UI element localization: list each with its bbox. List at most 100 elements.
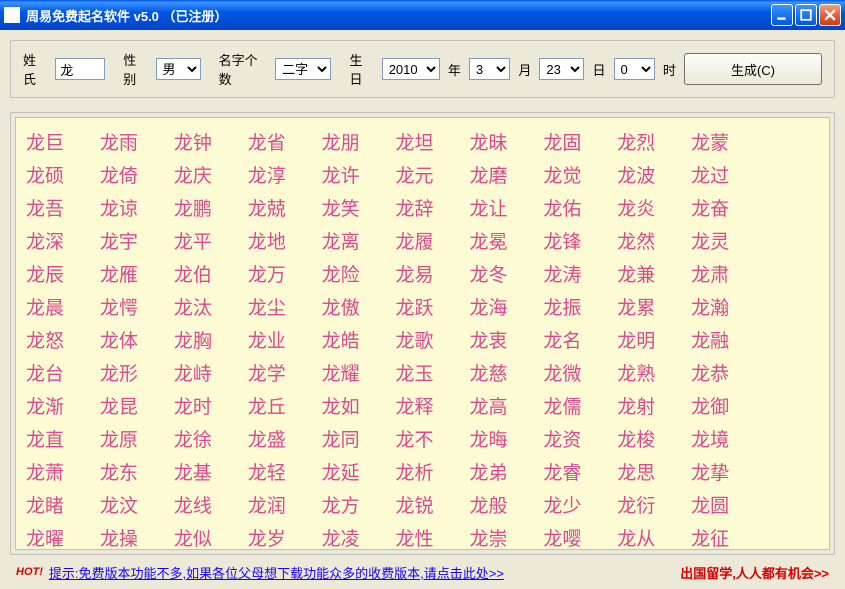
name-cell[interactable]: 龙儒 — [543, 392, 603, 419]
name-cell[interactable]: 龙御 — [691, 392, 751, 419]
name-cell[interactable]: 龙轻 — [248, 458, 308, 485]
name-cell[interactable]: 龙析 — [396, 458, 456, 485]
name-cell[interactable]: 龙觉 — [543, 161, 603, 188]
name-cell[interactable]: 龙昧 — [469, 128, 529, 155]
name-cell[interactable] — [765, 392, 825, 419]
name-cell[interactable]: 龙时 — [174, 392, 234, 419]
name-cell[interactable]: 龙淳 — [248, 161, 308, 188]
name-cell[interactable]: 龙性 — [396, 524, 456, 550]
name-cell[interactable]: 龙过 — [691, 161, 751, 188]
name-cell[interactable]: 龙磨 — [469, 161, 529, 188]
name-cell[interactable]: 龙如 — [322, 392, 382, 419]
name-cell[interactable]: 龙东 — [100, 458, 160, 485]
name-cell[interactable]: 龙境 — [691, 425, 751, 452]
maximize-button[interactable] — [795, 4, 817, 26]
name-cell[interactable]: 龙萧 — [26, 458, 86, 485]
name-cell[interactable]: 龙挚 — [691, 458, 751, 485]
name-cell[interactable]: 龙润 — [248, 491, 308, 518]
name-cell[interactable]: 龙怒 — [26, 326, 86, 353]
name-cell[interactable]: 龙嘤 — [543, 524, 603, 550]
name-cell[interactable]: 龙资 — [543, 425, 603, 452]
generate-button[interactable]: 生成(C) — [684, 53, 822, 85]
day-select[interactable]: 23 — [539, 58, 584, 80]
name-cell[interactable]: 龙险 — [322, 260, 382, 287]
name-cell[interactable]: 龙岁 — [248, 524, 308, 550]
name-cell[interactable]: 龙基 — [174, 458, 234, 485]
name-cell[interactable]: 龙睿 — [543, 458, 603, 485]
name-cell[interactable]: 龙高 — [469, 392, 529, 419]
name-cell[interactable]: 龙体 — [100, 326, 160, 353]
name-cell[interactable]: 龙崇 — [469, 524, 529, 550]
name-cell[interactable]: 龙业 — [248, 326, 308, 353]
name-cell[interactable]: 龙丘 — [248, 392, 308, 419]
name-cell[interactable]: 龙般 — [469, 491, 529, 518]
name-cell[interactable] — [765, 326, 825, 353]
name-cell[interactable]: 龙傲 — [322, 293, 382, 320]
name-cell[interactable]: 龙盛 — [248, 425, 308, 452]
name-cell[interactable]: 龙峙 — [174, 359, 234, 386]
name-cell[interactable]: 龙海 — [469, 293, 529, 320]
name-cell[interactable]: 龙恭 — [691, 359, 751, 386]
name-cell[interactable]: 龙雨 — [100, 128, 160, 155]
name-cell[interactable] — [765, 359, 825, 386]
name-cell[interactable] — [765, 425, 825, 452]
name-cell[interactable]: 龙倚 — [100, 161, 160, 188]
name-cell[interactable]: 龙徐 — [174, 425, 234, 452]
name-cell[interactable]: 龙然 — [617, 227, 677, 254]
name-cell[interactable]: 龙释 — [396, 392, 456, 419]
name-cell[interactable]: 龙辞 — [396, 194, 456, 221]
name-cell[interactable]: 龙曜 — [26, 524, 86, 550]
name-cell[interactable]: 龙名 — [543, 326, 603, 353]
tip-link[interactable]: 提示:免费版本功能不多,如果各位父母想下载功能众多的收费版本,请点击此处>> — [49, 563, 504, 582]
name-cell[interactable]: 龙汰 — [174, 293, 234, 320]
name-cell[interactable]: 龙奋 — [691, 194, 751, 221]
name-cell[interactable]: 龙锋 — [543, 227, 603, 254]
name-cell[interactable]: 龙微 — [543, 359, 603, 386]
name-cell[interactable]: 龙方 — [322, 491, 382, 518]
name-cell[interactable]: 龙固 — [543, 128, 603, 155]
name-cell[interactable]: 龙梭 — [617, 425, 677, 452]
name-cell[interactable]: 龙跃 — [396, 293, 456, 320]
name-cell[interactable]: 龙操 — [100, 524, 160, 550]
name-cell[interactable]: 龙台 — [26, 359, 86, 386]
name-cell[interactable]: 龙让 — [469, 194, 529, 221]
name-cell[interactable]: 龙皓 — [322, 326, 382, 353]
name-cell[interactable]: 龙圆 — [691, 491, 751, 518]
name-cell[interactable]: 龙庆 — [174, 161, 234, 188]
name-cell[interactable]: 龙昆 — [100, 392, 160, 419]
name-cell[interactable]: 龙肃 — [691, 260, 751, 287]
name-cell[interactable]: 龙熟 — [617, 359, 677, 386]
month-select[interactable]: 3 — [469, 58, 510, 80]
name-cell[interactable]: 龙朋 — [322, 128, 382, 155]
name-cell[interactable]: 龙省 — [248, 128, 308, 155]
name-cell[interactable]: 龙佑 — [543, 194, 603, 221]
name-cell[interactable]: 龙硕 — [26, 161, 86, 188]
name-cell[interactable]: 龙炎 — [617, 194, 677, 221]
name-cell[interactable]: 龙汶 — [100, 491, 160, 518]
name-cell[interactable]: 龙胸 — [174, 326, 234, 353]
name-cell[interactable]: 龙笑 — [322, 194, 382, 221]
name-cell[interactable]: 龙冬 — [469, 260, 529, 287]
name-cell[interactable]: 龙尘 — [248, 293, 308, 320]
name-cell[interactable]: 龙射 — [617, 392, 677, 419]
name-cell[interactable]: 龙弟 — [469, 458, 529, 485]
name-cell[interactable] — [765, 161, 825, 188]
name-cell[interactable]: 龙原 — [100, 425, 160, 452]
name-cell[interactable]: 龙累 — [617, 293, 677, 320]
name-cell[interactable]: 龙鹏 — [174, 194, 234, 221]
name-cell[interactable]: 龙锐 — [396, 491, 456, 518]
ad-text[interactable]: 出国留学,人人都有机会>> — [680, 563, 829, 582]
name-cell[interactable]: 龙衷 — [469, 326, 529, 353]
close-button[interactable] — [819, 4, 841, 26]
name-cell[interactable]: 龙晦 — [469, 425, 529, 452]
result-scroll-area[interactable]: 龙巨龙雨龙钟龙省龙朋龙坦龙昧龙固龙烈龙蒙龙硕龙倚龙庆龙淳龙许龙元龙磨龙觉龙波龙过… — [15, 117, 830, 550]
name-cell[interactable]: 龙兼 — [617, 260, 677, 287]
name-cell[interactable]: 龙宇 — [100, 227, 160, 254]
name-cell[interactable]: 龙雁 — [100, 260, 160, 287]
name-cell[interactable]: 龙振 — [543, 293, 603, 320]
name-cell[interactable]: 龙延 — [322, 458, 382, 485]
name-cell[interactable]: 龙伯 — [174, 260, 234, 287]
name-cell[interactable]: 龙衍 — [617, 491, 677, 518]
name-cell[interactable] — [765, 491, 825, 518]
name-cell[interactable]: 龙钟 — [174, 128, 234, 155]
